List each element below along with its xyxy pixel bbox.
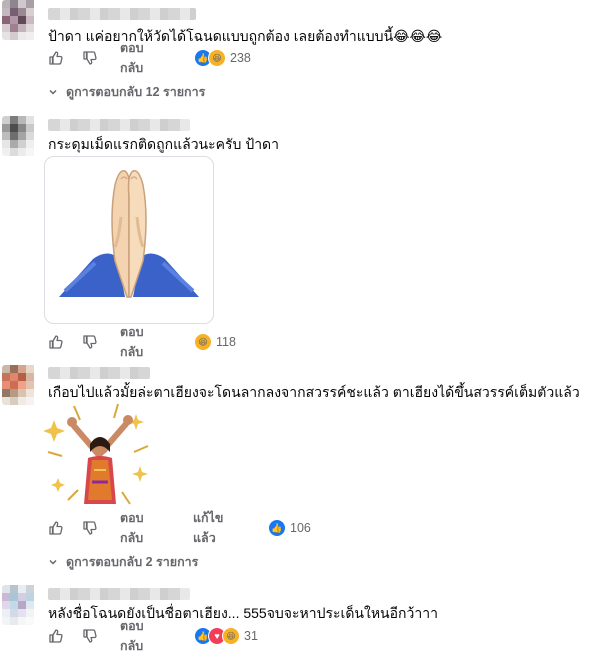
dislike-button[interactable] (82, 49, 98, 67)
reaction-count: 238 (230, 51, 251, 65)
thumbs-down-icon (83, 51, 97, 65)
like-button[interactable] (48, 333, 64, 351)
like-button[interactable] (48, 519, 64, 537)
thumbs-down-icon (83, 335, 97, 349)
reply-button[interactable]: ตอบกลับ (120, 619, 144, 653)
reaction-summary[interactable]: 👍 106 (268, 519, 311, 537)
commenter-name-blurred[interactable] (48, 119, 190, 131)
avatar[interactable] (2, 0, 36, 40)
reaction-summary[interactable]: 👍 😆 238 (194, 49, 251, 67)
like-button[interactable] (48, 627, 64, 645)
celebration-gif[interactable] (43, 400, 152, 510)
haha-reaction-icon: 😆 (222, 627, 240, 645)
celebrating-woman-image (43, 403, 149, 505)
reaction-summary[interactable]: 👍 ♥ 😆 31 (194, 627, 258, 645)
thumbs-down-icon (83, 629, 97, 643)
dislike-button[interactable] (82, 333, 98, 351)
dislike-button[interactable] (82, 519, 98, 537)
chevron-down-icon (49, 89, 57, 95)
view-replies-label: ดูการตอบกลับ 12 รายการ (66, 85, 206, 99)
haha-reaction-icon: 😆 (194, 333, 212, 351)
commenter-name-blurred[interactable] (48, 8, 196, 20)
thumbs-up-icon (49, 51, 63, 65)
reaction-summary[interactable]: 😆 118 (194, 333, 236, 351)
like-button[interactable] (48, 49, 64, 67)
reaction-count: 31 (244, 629, 258, 643)
like-reaction-icon: 👍 (268, 519, 286, 537)
thumbs-up-icon (49, 335, 63, 349)
comment-text: ป้าดา แค่อยากให้วัดได้โฉนดแบบถูกต้อง เลย… (48, 28, 443, 44)
reply-button[interactable]: ตอบกลับ (120, 325, 144, 359)
commenter-name-blurred[interactable] (48, 588, 190, 600)
avatar[interactable] (2, 116, 36, 156)
reply-button[interactable]: ตอบกลับ (120, 511, 144, 545)
folded-hands-sticker[interactable] (44, 156, 214, 324)
view-replies-link[interactable]: ดูการตอบกลับ 12 รายการ (48, 82, 205, 102)
reply-button[interactable]: ตอบกลับ (120, 41, 144, 75)
reaction-count: 118 (216, 335, 236, 349)
view-replies-link[interactable]: ดูการตอบกลับ 2 รายการ (48, 552, 198, 572)
comment-text: หลังชื่อโฉนดยังเป็นชื่อตาเฮียง... 555จบจ… (48, 605, 438, 621)
haha-reaction-icon: 😆 (208, 49, 226, 67)
thumbs-up-icon (49, 629, 63, 643)
avatar[interactable] (2, 585, 36, 625)
commenter-name-blurred[interactable] (48, 367, 150, 379)
view-replies-label: ดูการตอบกลับ 2 รายการ (66, 555, 199, 569)
reaction-count: 106 (290, 521, 311, 535)
chevron-down-icon (49, 559, 57, 565)
avatar[interactable] (2, 365, 36, 405)
edited-label[interactable]: แก้ไขแล้ว (193, 511, 223, 545)
thumbs-up-icon (49, 521, 63, 535)
comment-text: กระดุมเม็ดแรกติดถูกแล้วนะครับ ป้าดา (48, 136, 280, 152)
folded-hands-icon (59, 170, 199, 298)
thumbs-down-icon (83, 521, 97, 535)
dislike-button[interactable] (82, 627, 98, 645)
